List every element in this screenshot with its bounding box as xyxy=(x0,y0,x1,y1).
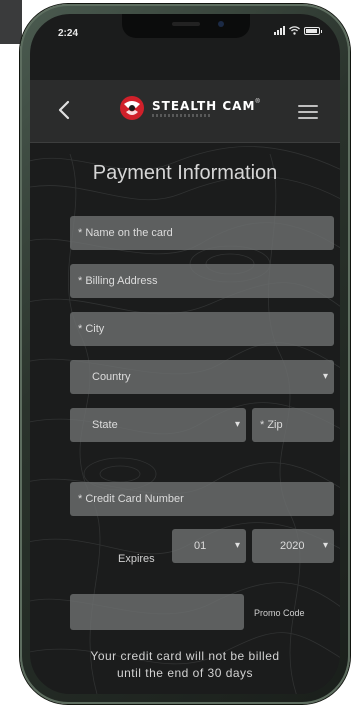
zip-input[interactable]: * Zip xyxy=(252,408,334,442)
country-selected: Country xyxy=(92,371,131,383)
expires-label: Expires xyxy=(118,553,155,565)
name-on-card-input[interactable]: * Name on the card xyxy=(70,216,334,250)
stealth-cam-logo-icon xyxy=(120,96,144,120)
billing-note: Your credit card will not be billed unti… xyxy=(30,648,340,682)
promo-code-input[interactable] xyxy=(70,594,244,630)
zip-placeholder: * Zip xyxy=(260,419,283,431)
phone-frame: 2:24 STEALTH CAM ® Payment Information *… xyxy=(20,4,350,704)
logo-tagline xyxy=(152,114,212,117)
city-input[interactable]: * City xyxy=(70,312,334,346)
expiry-month-select[interactable]: 01 ▾ xyxy=(172,529,246,563)
nav-bar: STEALTH CAM ® xyxy=(30,80,340,143)
logo-word: STEALTH CAM xyxy=(152,99,256,113)
billing-note-line-2: until the end of 30 days xyxy=(116,666,254,680)
status-time: 2:24 xyxy=(58,28,79,39)
state-select[interactable]: State ▾ xyxy=(70,408,246,442)
logo-text-block: STEALTH CAM ® xyxy=(152,99,260,117)
billing-address-input[interactable]: * Billing Address xyxy=(70,264,334,298)
expiry-year-select[interactable]: 2020 ▾ xyxy=(252,529,334,563)
logo-registered: ® xyxy=(255,99,260,105)
caret-down-icon: ▾ xyxy=(234,540,240,551)
stealth-cam-logo[interactable]: STEALTH CAM ® xyxy=(118,94,260,122)
name-on-card-placeholder: * Name on the card xyxy=(78,227,173,239)
logo-wordmark: STEALTH CAM ® xyxy=(152,99,260,113)
state-selected: State xyxy=(92,419,118,431)
city-placeholder: * City xyxy=(78,323,105,335)
expiry-month-selected: 01 xyxy=(194,540,207,552)
front-camera xyxy=(218,21,224,27)
status-icons xyxy=(274,26,322,35)
wifi-icon xyxy=(289,26,300,35)
hamburger-menu-icon[interactable] xyxy=(298,105,318,119)
promo-code-label: Promo Code xyxy=(254,608,305,618)
phone-screen: 2:24 STEALTH CAM ® Payment Information *… xyxy=(30,14,340,694)
caret-down-icon: ▾ xyxy=(322,371,328,382)
battery-icon xyxy=(304,26,322,35)
caret-down-icon: ▾ xyxy=(234,419,240,430)
caret-down-icon: ▾ xyxy=(322,540,328,551)
country-select[interactable]: Country ▾ xyxy=(70,360,334,394)
page: 2:24 STEALTH CAM ® Payment Information *… xyxy=(0,0,357,706)
battery-level xyxy=(306,28,318,33)
credit-card-number-input[interactable]: * Credit Card Number xyxy=(70,482,334,516)
back-chevron-icon[interactable] xyxy=(56,100,72,120)
billing-note-line-1: Your credit card will not be billed xyxy=(90,649,280,663)
cellular-signal-icon xyxy=(274,26,285,35)
credit-card-number-placeholder: * Credit Card Number xyxy=(78,493,184,505)
billing-address-placeholder: * Billing Address xyxy=(78,275,158,287)
speaker-grille xyxy=(172,22,200,26)
background-strip xyxy=(0,0,22,44)
page-title: Payment Information xyxy=(92,162,278,184)
expiry-year-selected: 2020 xyxy=(280,540,305,552)
phone-notch xyxy=(122,14,250,38)
